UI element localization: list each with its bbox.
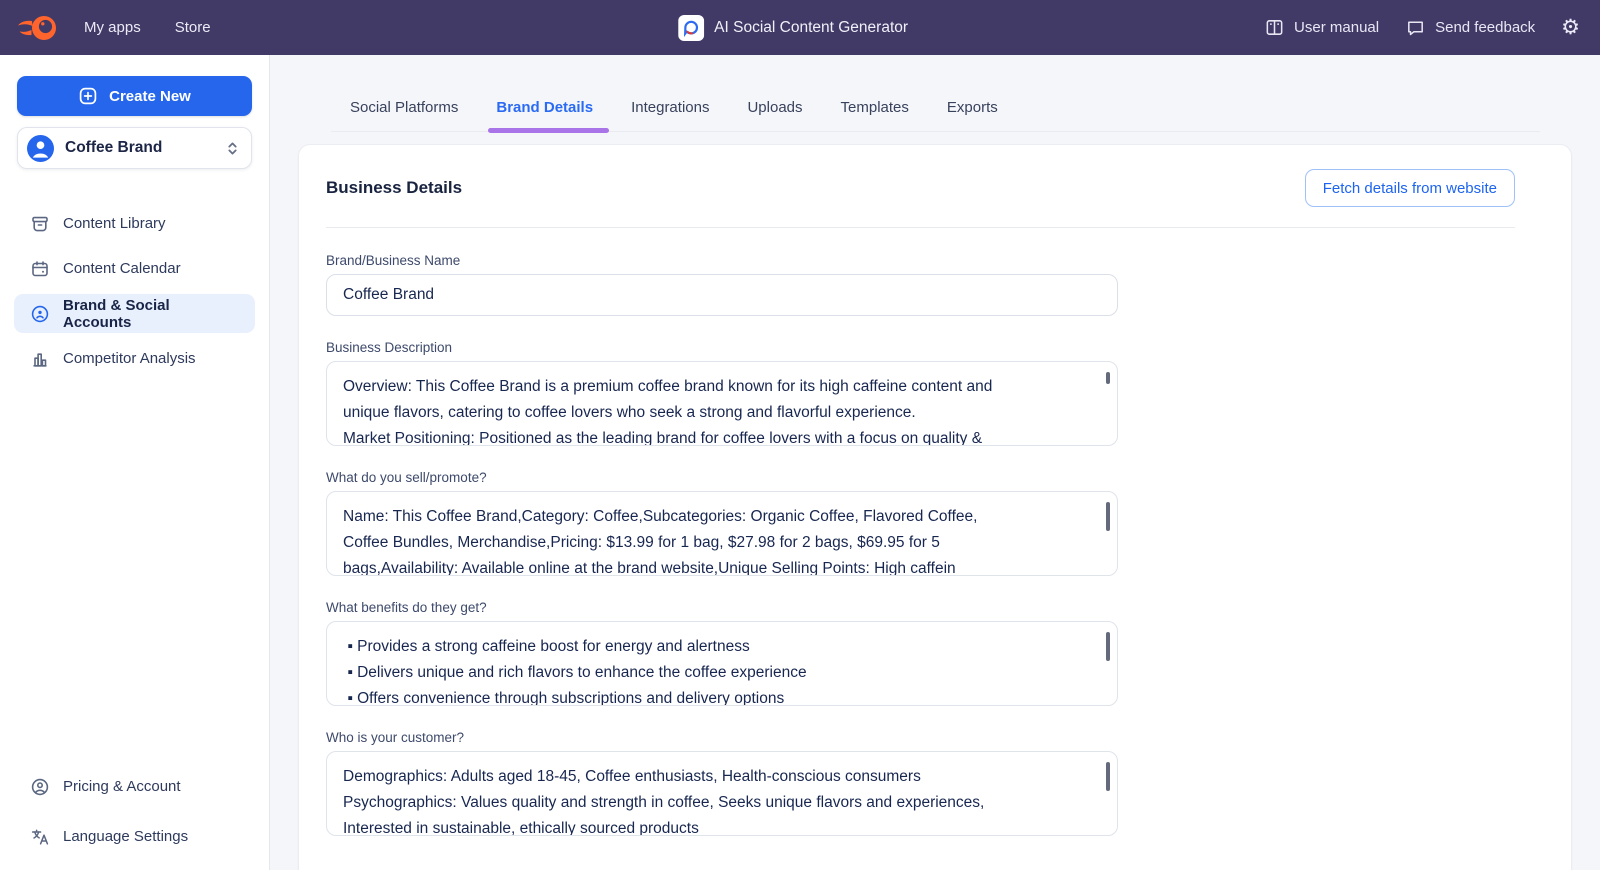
- nav-store[interactable]: Store: [163, 11, 223, 44]
- tab-integrations[interactable]: Integrations: [631, 99, 709, 131]
- sidebar-item-label: Content Library: [63, 215, 166, 232]
- field-label: What benefits do they get?: [326, 600, 1118, 615]
- chevron-updown-icon: [224, 140, 241, 157]
- sidebar-item-label: Language Settings: [63, 828, 188, 845]
- sidebar-item-content-calendar[interactable]: Content Calendar: [14, 249, 255, 288]
- sidebar-item-language-settings[interactable]: Language Settings: [14, 817, 255, 856]
- avatar-icon: [27, 135, 54, 162]
- create-new-button[interactable]: Create New: [17, 76, 252, 116]
- brand-selector-value: Coffee Brand: [65, 139, 213, 157]
- create-new-label: Create New: [109, 88, 191, 105]
- scrollbar-thumb[interactable]: [1106, 502, 1110, 531]
- scrollbar-thumb[interactable]: [1106, 632, 1110, 661]
- library-icon: [30, 214, 50, 234]
- feedback-bubble-icon: [1405, 17, 1426, 38]
- user-manual-button[interactable]: User manual: [1264, 17, 1379, 38]
- tab-social-platforms[interactable]: Social Platforms: [350, 99, 458, 131]
- sidebar-item-label: Brand & Social Accounts: [63, 297, 239, 331]
- app-title: AI Social Content Generator: [714, 19, 908, 37]
- sidebar-item-brand-social-accounts[interactable]: Brand & Social Accounts: [14, 294, 255, 333]
- field-brand-name: Brand/Business Name: [326, 253, 1118, 316]
- topbar-nav: My apps Store: [72, 11, 223, 44]
- bar-chart-icon: [30, 349, 50, 369]
- sidebar-item-content-library[interactable]: Content Library: [14, 204, 255, 243]
- person-circle-icon: [30, 777, 50, 797]
- business-description-textarea[interactable]: Overview: This Coffee Brand is a premium…: [327, 362, 1117, 445]
- form-fields: Brand/Business Name Business Description…: [299, 228, 1571, 870]
- card-header: Business Details Fetch details from webs…: [299, 145, 1571, 207]
- business-details-card: Business Details Fetch details from webs…: [298, 144, 1572, 870]
- plus-icon: [78, 86, 98, 106]
- topbar-actions: User manual Send feedback ⚙: [1264, 17, 1580, 38]
- tab-uploads[interactable]: Uploads: [747, 99, 802, 131]
- scrollbar-thumb[interactable]: [1106, 372, 1110, 384]
- sidebar-item-competitor-analysis[interactable]: Competitor Analysis: [14, 339, 255, 378]
- scrollbar-thumb[interactable]: [1106, 762, 1110, 791]
- brand-name-input[interactable]: [326, 274, 1118, 316]
- field-benefits: What benefits do they get? ▪ Provides a …: [326, 600, 1118, 706]
- sidebar-item-pricing-account[interactable]: Pricing & Account: [14, 767, 255, 806]
- field-customer: Who is your customer? Demographics: Adul…: [326, 730, 1118, 836]
- field-business-description: Business Description Overview: This Coff…: [326, 340, 1118, 446]
- sidebar-footer: Pricing & Account Language Settings: [14, 767, 255, 856]
- book-icon: [1264, 17, 1285, 38]
- field-label: Business Description: [326, 340, 1118, 355]
- send-feedback-label: Send feedback: [1435, 19, 1535, 36]
- field-label: Brand/Business Name: [326, 253, 1118, 268]
- field-label: What do you sell/promote?: [326, 470, 1118, 485]
- tab-brand-details[interactable]: Brand Details: [496, 99, 593, 131]
- nav-my-apps[interactable]: My apps: [72, 11, 153, 44]
- sidebar: Create New Coffee Brand: [0, 55, 270, 870]
- topbar: My apps Store AI Social Content Generato…: [0, 0, 1600, 55]
- customer-textarea[interactable]: Demographics: Adults aged 18-45, Coffee …: [327, 752, 1117, 835]
- sidebar-item-label: Competitor Analysis: [63, 350, 196, 367]
- sell-promote-textarea[interactable]: Name: This Coffee Brand,Category: Coffee…: [327, 492, 1117, 575]
- tab-exports[interactable]: Exports: [947, 99, 998, 131]
- sidebar-item-label: Pricing & Account: [63, 778, 181, 795]
- translate-icon: [30, 827, 50, 847]
- brand-selector[interactable]: Coffee Brand: [17, 127, 252, 169]
- semrush-logo-icon[interactable]: [14, 10, 62, 46]
- sidebar-nav: Content Library Content Calendar Brand: [0, 204, 269, 378]
- settings-gear-icon[interactable]: ⚙: [1561, 17, 1580, 38]
- calendar-icon: [30, 259, 50, 279]
- sidebar-item-label: Content Calendar: [63, 260, 181, 277]
- send-feedback-button[interactable]: Send feedback: [1405, 17, 1535, 38]
- tab-bar: Social Platforms Brand Details Integrati…: [331, 99, 1540, 132]
- field-label: Who is your customer?: [326, 730, 1118, 745]
- app-title-group: AI Social Content Generator: [678, 0, 908, 55]
- user-manual-label: User manual: [1294, 19, 1379, 36]
- page-title: Business Details: [326, 178, 462, 198]
- fetch-details-button[interactable]: Fetch details from website: [1305, 169, 1515, 207]
- app-logo-icon: [678, 15, 704, 41]
- broadcast-icon: [30, 304, 50, 324]
- benefits-textarea[interactable]: ▪ Provides a strong caffeine boost for e…: [327, 622, 1117, 705]
- main-content: Social Platforms Brand Details Integrati…: [271, 55, 1600, 870]
- field-sell-promote: What do you sell/promote? Name: This Cof…: [326, 470, 1118, 576]
- tab-templates[interactable]: Templates: [841, 99, 909, 131]
